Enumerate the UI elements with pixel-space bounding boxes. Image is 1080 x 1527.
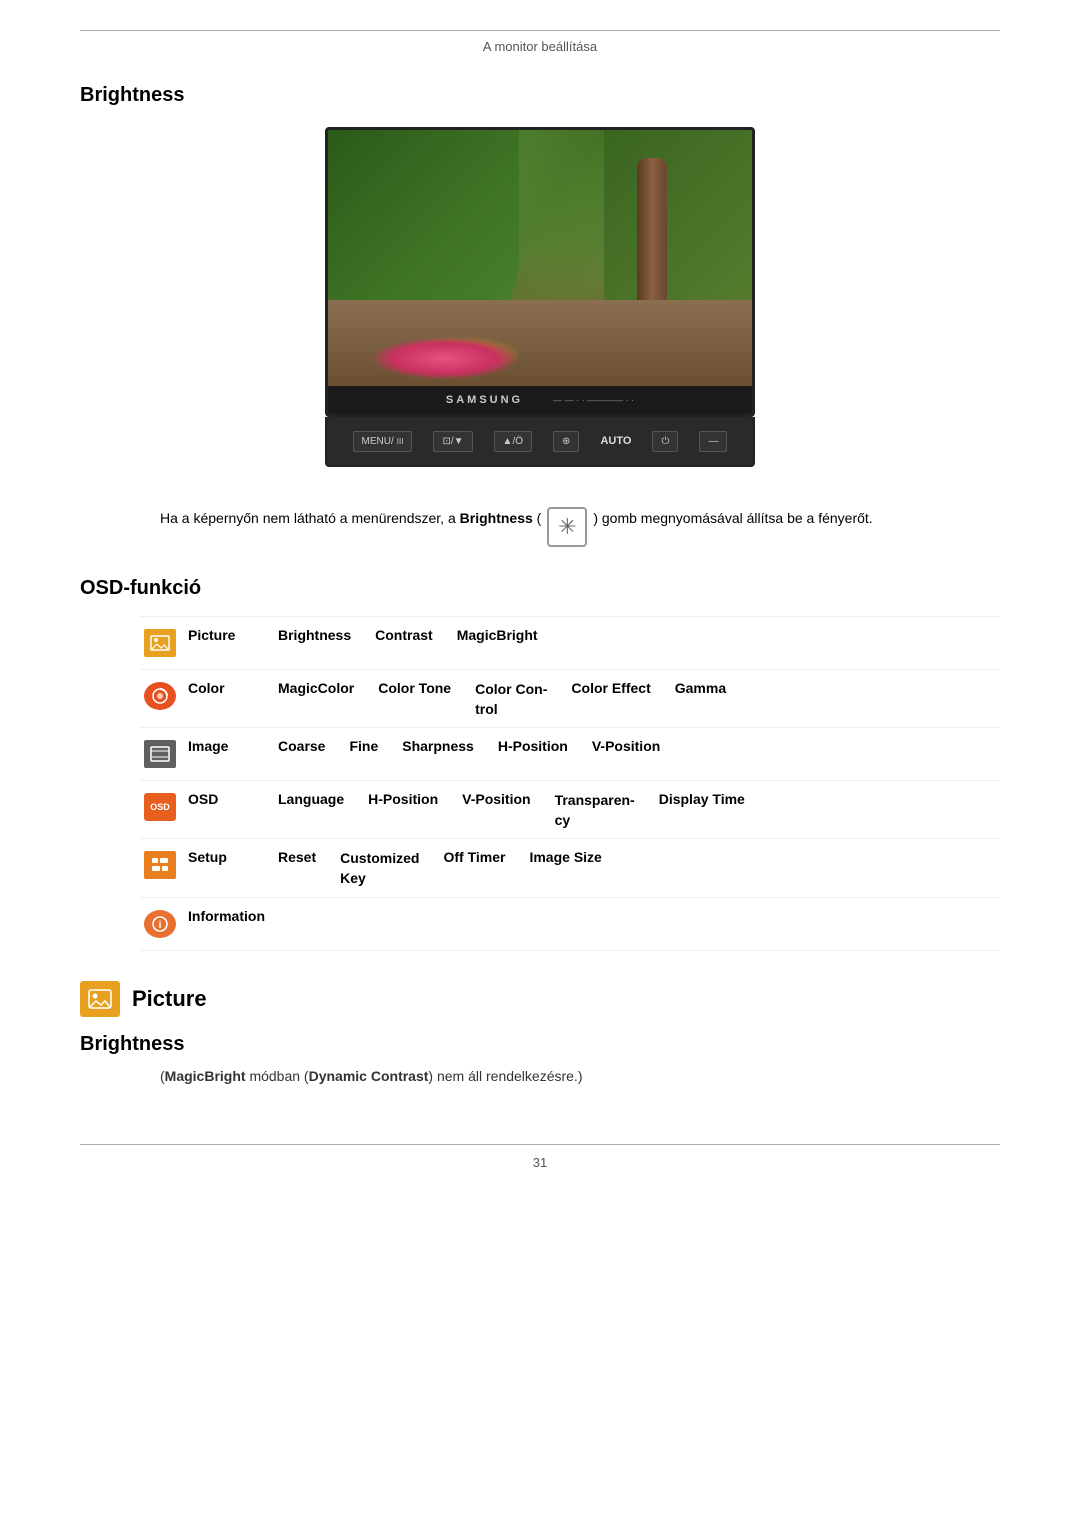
osd-up-button[interactable]: ▲/Ö <box>494 431 532 452</box>
sun-brightness-icon: ✳ <box>558 509 576 544</box>
osd-menu-icon: OSD <box>144 793 176 821</box>
osd-row-color: Color MagicColor Color Tone Color Con-tr… <box>140 670 1000 728</box>
nature-scene <box>328 130 752 414</box>
osd-osd-options: Language H-Position V-Position Transpare… <box>278 789 1000 830</box>
osd-setup-options: Reset CustomizedKey Off Timer Image Size <box>278 847 1000 888</box>
osd-row-picture: Picture Brightness Contrast MagicBright <box>140 616 1000 670</box>
picture-title-row: Picture <box>80 981 1000 1017</box>
osd-setup-name: Setup <box>188 847 278 865</box>
osd-power-button[interactable]: ⏻ <box>652 431 678 452</box>
page-header: A monitor beállítása <box>80 39 1000 54</box>
osd-osd-name: OSD <box>188 789 278 807</box>
brightness-description: Ha a képernyőn nem látható a menürendsze… <box>160 507 1000 547</box>
osd-color-name: Color <box>188 678 278 696</box>
picture-icon-large <box>80 981 120 1017</box>
monitor-buttons-row: MENU/ III ⊡/▼ ▲/Ö ⊕ AUTO ⏻ — <box>325 417 755 467</box>
osd-menu-button[interactable]: MENU/ III <box>353 431 413 452</box>
bottom-border <box>80 1144 1000 1145</box>
osd-table: Picture Brightness Contrast MagicBright … <box>140 616 1000 951</box>
osd-row-information: i Information <box>140 898 1000 951</box>
osd-minus-button[interactable]: — <box>699 431 727 452</box>
osd-select-button[interactable]: ⊕ <box>553 431 579 452</box>
osd-auto-label: AUTO <box>600 435 631 447</box>
monitor-image-area: SAMSUNG — — · · ———— · · MENU/ III ⊡/▼ ▲… <box>80 127 1000 487</box>
picture-icon <box>144 629 176 657</box>
color-icon <box>144 682 176 710</box>
osd-row-image: Image Coarse Fine Sharpness H-Position V… <box>140 728 1000 781</box>
osd-picture-name: Picture <box>188 625 278 643</box>
osd-section-title: OSD-funkció <box>80 577 1000 600</box>
monitor-logo: SAMSUNG <box>446 394 523 406</box>
picture-title: Picture <box>132 986 207 1012</box>
setup-icon <box>144 851 176 879</box>
picture-section: Picture Brightness (MagicBright módban (… <box>80 981 1000 1084</box>
brightness-icon-box: ✳ <box>547 507 587 547</box>
monitor-screen: SAMSUNG — — · · ———— · · <box>325 127 755 417</box>
osd-color-options: MagicColor Color Tone Color Con-trol Col… <box>278 678 1000 719</box>
osd-image-options: Coarse Fine Sharpness H-Position V-Posit… <box>278 736 1000 754</box>
flowers <box>370 337 518 380</box>
osd-information-name: Information <box>188 906 278 924</box>
brightness-note: (MagicBright módban (Dynamic Contrast) n… <box>160 1068 1000 1084</box>
osd-row-osd: OSD OSD Language H-Position V-Position T… <box>140 781 1000 839</box>
osd-image-name: Image <box>188 736 278 754</box>
osd-row-setup: Setup Reset CustomizedKey Off Timer Imag… <box>140 839 1000 897</box>
page-footer: 31 <box>80 1155 1000 1170</box>
svg-text:i: i <box>159 920 162 931</box>
image-icon <box>144 740 176 768</box>
monitor-logo-bar: SAMSUNG — — · · ———— · · <box>328 386 752 414</box>
osd-nav-button[interactable]: ⊡/▼ <box>433 431 472 452</box>
information-icon: i <box>144 910 176 938</box>
brightness-subsection-title: Brightness <box>80 1033 1000 1056</box>
osd-picture-options: Brightness Contrast MagicBright <box>278 625 1000 643</box>
brightness-title: Brightness <box>80 84 1000 107</box>
